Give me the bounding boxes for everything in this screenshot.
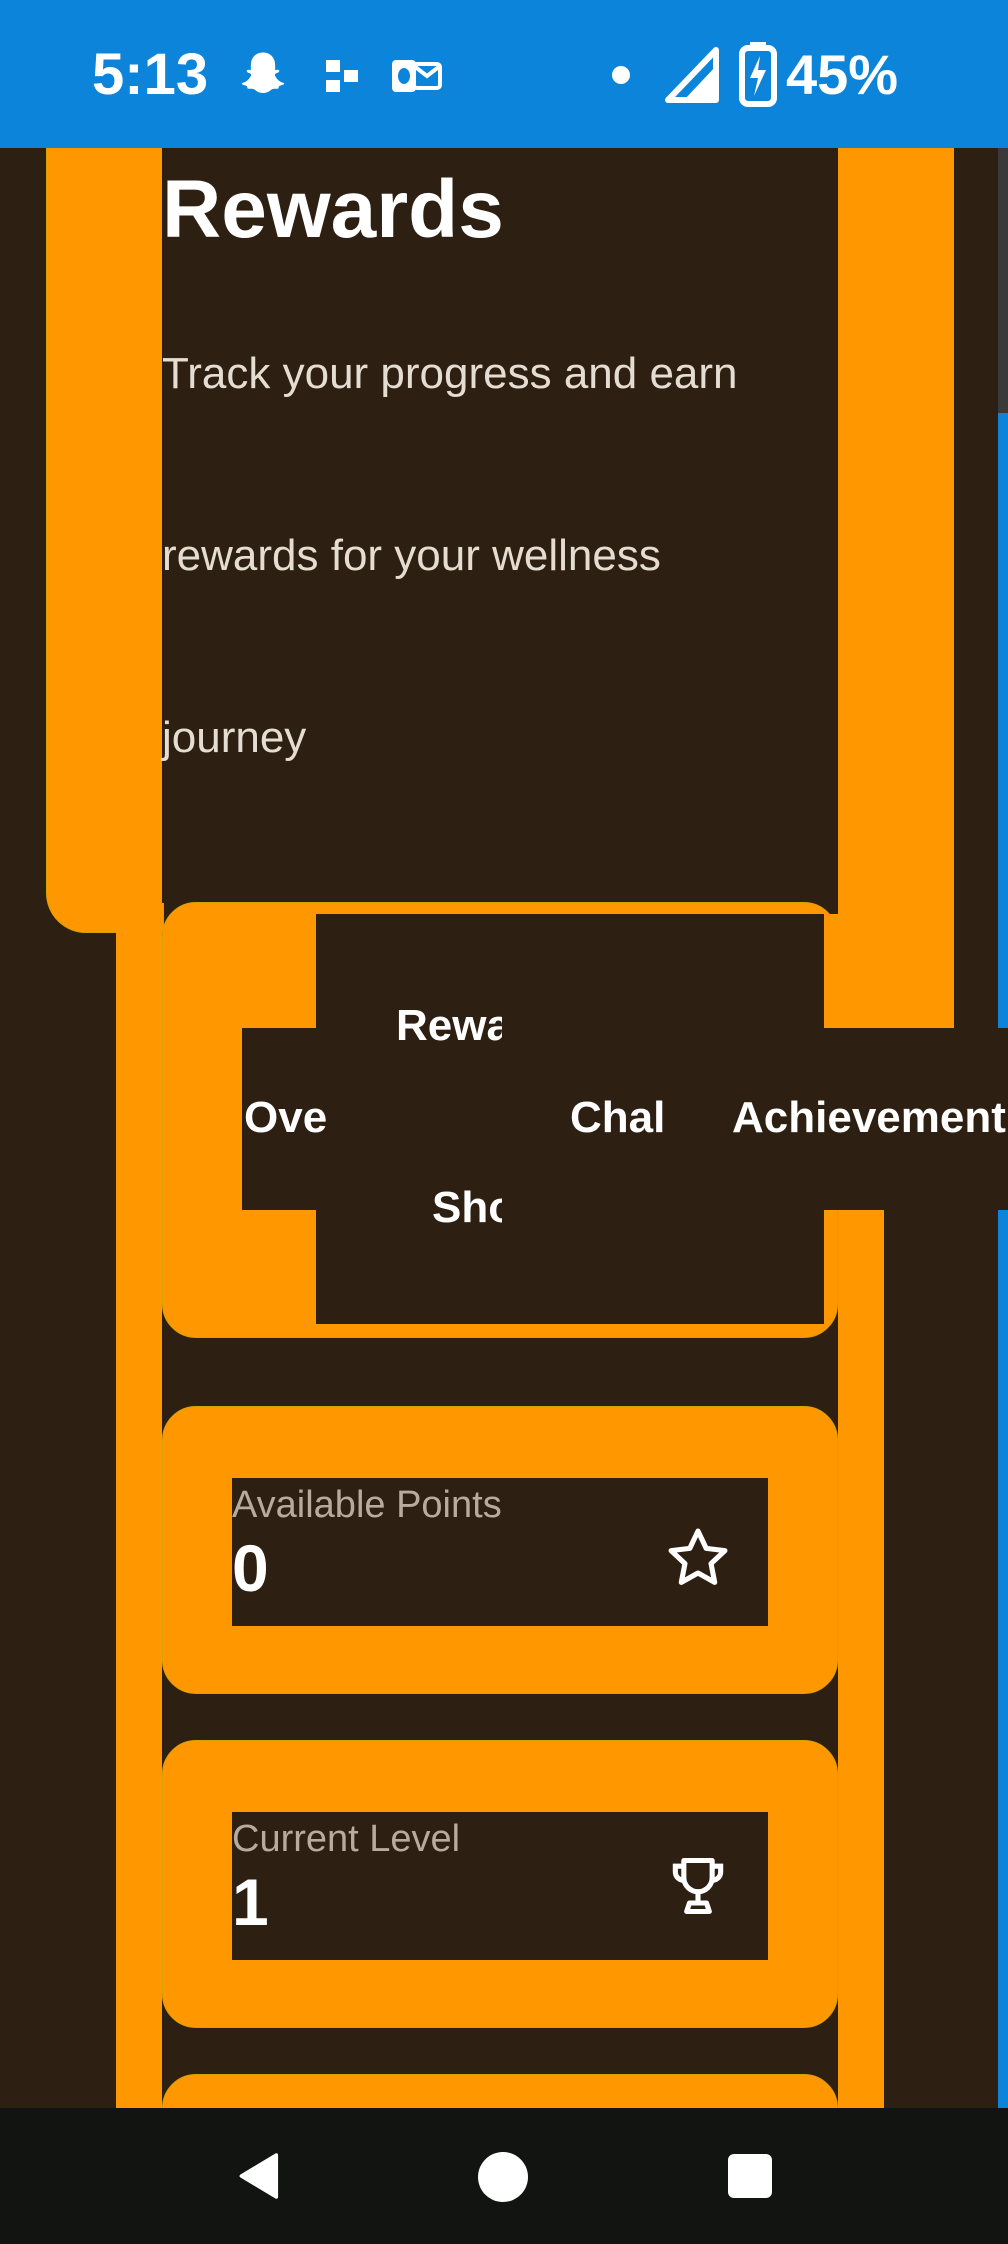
points-value: 0 xyxy=(232,1531,269,1605)
section-left-border xyxy=(116,868,162,2108)
status-bar: 5:13 45% xyxy=(0,0,1008,148)
page-subtitle-line-2: rewards for your wellness xyxy=(162,531,661,580)
outlook-icon xyxy=(392,60,442,92)
tab-rewards[interactable]: Rewa xyxy=(396,998,502,1054)
points-label: Available Points xyxy=(232,1484,502,1526)
cell-signal-icon xyxy=(665,47,719,103)
navigation-bar xyxy=(0,2108,1008,2244)
tab-achievements[interactable]: Achievement xyxy=(732,1090,1006,1146)
tabs-right-edge xyxy=(824,914,954,1028)
app-icon xyxy=(326,60,358,92)
tab-overview[interactable]: Over xyxy=(244,1090,328,1146)
level-value: 1 xyxy=(232,1865,269,1939)
snapchat-icon xyxy=(241,52,285,93)
recents-icon[interactable] xyxy=(728,2154,772,2198)
back-icon[interactable] xyxy=(232,2148,288,2204)
tab-shop[interactable]: Sho xyxy=(432,1180,502,1236)
next-card xyxy=(162,2074,838,2108)
notification-dot-icon xyxy=(612,66,630,84)
page-subtitle-line-3: journey xyxy=(162,713,307,762)
star-icon xyxy=(668,1528,728,1585)
scrollbar-thumb[interactable] xyxy=(998,413,1008,2108)
level-label: Current Level xyxy=(232,1818,461,1860)
trophy-icon xyxy=(672,1857,724,1915)
status-time: 5:13 xyxy=(92,42,209,107)
header-right-border xyxy=(838,148,954,1028)
battery-charging-icon xyxy=(739,42,777,107)
page-title: Rewards xyxy=(162,164,504,255)
header-left-border xyxy=(46,148,164,933)
tab-challenges[interactable]: Chal xyxy=(570,1090,665,1146)
page-subtitle-line-1: Track your progress and earn xyxy=(162,349,738,398)
section-right-border xyxy=(838,1210,884,2108)
battery-percentage: 45% xyxy=(786,43,899,106)
home-icon[interactable] xyxy=(478,2152,528,2202)
main-content: Rewards Track your progress and earn rew… xyxy=(0,148,1008,2108)
